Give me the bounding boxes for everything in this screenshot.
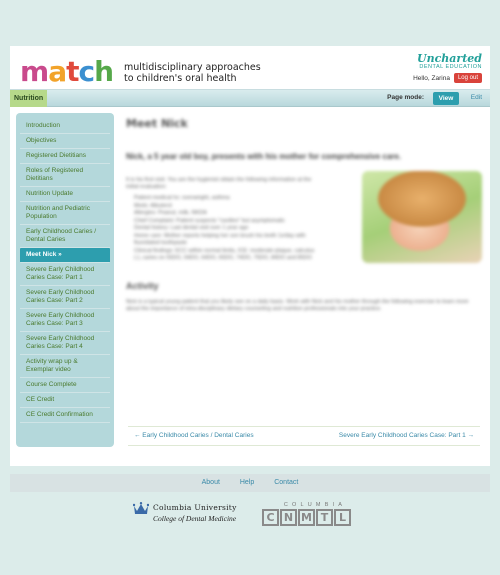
school-name: College of Dental Medicine xyxy=(153,514,237,523)
logo-letter: a xyxy=(48,55,67,88)
university-name: Columbia University xyxy=(153,503,237,512)
list-item: Chief Complaint: Patient suspects "cavit… xyxy=(134,217,285,224)
match-logo[interactable]: match xyxy=(20,55,114,88)
header: match multidisciplinary approaches to ch… xyxy=(10,46,490,88)
list-item: Clinical findings: ECC within normal lim… xyxy=(134,247,315,262)
list-item: Home care: Mother reports helping her so… xyxy=(134,232,306,247)
sidebar-item[interactable]: Nutrition and Pediatric Population xyxy=(20,202,110,225)
sidebar-item[interactable]: Meet Nick » xyxy=(20,248,110,263)
page-mode-label: Page mode: xyxy=(387,94,424,101)
sidebar-item[interactable]: Course Complete xyxy=(20,378,110,393)
sidebar-item[interactable]: Early Childhood Caries / Dental Caries xyxy=(20,225,110,248)
user-area: Hello, Zarina Log out xyxy=(413,73,482,83)
greeting: Hello, Zarina xyxy=(413,74,450,82)
about-link[interactable]: About xyxy=(202,479,220,486)
sidebar-item[interactable]: CE Credit Confirmation xyxy=(20,408,110,423)
patient-photo xyxy=(362,171,482,263)
list-item: Dental history: Last dental visit over 1… xyxy=(134,225,249,231)
ccnmtl-letter: C xyxy=(262,509,279,526)
intro-block: It is his first visit. You are the hygie… xyxy=(126,177,316,263)
section-navbar: Nutrition Page mode: View Edit xyxy=(10,89,490,107)
ccnmtl-logo[interactable]: COLUMBIA CNMTL xyxy=(262,502,368,528)
sidebar-item[interactable]: Introduction xyxy=(20,119,110,134)
logo-letter: c xyxy=(78,55,95,88)
logout-button[interactable]: Log out xyxy=(453,73,482,83)
ccnmtl-top-text: COLUMBIA xyxy=(283,502,347,508)
sidebar-item[interactable]: Severe Early Childhood Caries Case: Part… xyxy=(20,332,110,355)
section-tab[interactable]: Nutrition xyxy=(10,90,48,107)
tagline-line-2: to children's oral health xyxy=(124,73,237,84)
contact-link[interactable]: Contact xyxy=(274,479,298,486)
patient-info-list: Patient medical hx: overweight, asthma Me… xyxy=(126,195,316,263)
logo-letter: t xyxy=(66,55,79,88)
ccnmtl-letter: L xyxy=(334,509,351,526)
activity-text: Nick is a typical young patient that you… xyxy=(126,298,469,312)
crown-icon xyxy=(133,502,149,514)
sidebar-item[interactable]: Activity wrap up & Exemplar video xyxy=(20,355,110,378)
page-title: Meet Nick xyxy=(126,117,188,130)
ccnmtl-letter: M xyxy=(298,509,315,526)
logo-letter: m xyxy=(20,55,49,88)
ccnmtl-letters: CNMTL xyxy=(262,509,368,526)
prev-page-link[interactable]: ← Early Childhood Caries / Dental Caries xyxy=(134,432,254,439)
next-page-link[interactable]: Severe Early Childhood Caries Case: Part… xyxy=(339,432,474,439)
ccnmtl-letter: T xyxy=(316,509,333,526)
footer-links: About Help Contact xyxy=(10,474,490,492)
sidebar: Introduction Objectives Registered Dietiti… xyxy=(16,113,114,447)
tagline: multidisciplinary approaches to children… xyxy=(124,62,261,84)
edit-mode-link[interactable]: Edit xyxy=(471,94,482,101)
sidebar-item[interactable]: CE Credit xyxy=(20,393,110,408)
sidebar-item[interactable]: Severe Early Childhood Caries Case: Part… xyxy=(20,286,110,309)
list-item: Patient medical hx: overweight, asthma xyxy=(134,195,230,201)
activity-heading: Activity xyxy=(126,280,159,291)
sidebar-item[interactable]: Severe Early Childhood Caries Case: Part… xyxy=(20,309,110,332)
view-mode-button[interactable]: View xyxy=(433,92,459,105)
intro-text: It is his first visit. You are the hygie… xyxy=(126,177,312,190)
help-link[interactable]: Help xyxy=(240,479,254,486)
sidebar-item[interactable]: Severe Early Childhood Caries Case: Part… xyxy=(20,263,110,286)
uncharted-brand-logo: Uncharted DENTAL EDUCATION xyxy=(417,52,482,70)
sidebar-item[interactable]: Roles of Registered Dietitians xyxy=(20,164,110,187)
brand-subtitle: DENTAL EDUCATION xyxy=(419,64,482,70)
tagline-line-1: multidisciplinary approaches xyxy=(124,62,261,73)
lead-text: Nick, a 5 year old boy, presents with hi… xyxy=(126,152,402,161)
sidebar-item[interactable]: Nutrition Update xyxy=(20,187,110,202)
ccnmtl-letter: N xyxy=(280,509,297,526)
page-container: match multidisciplinary approaches to ch… xyxy=(10,46,490,466)
main-content: Meet Nick Nick, a 5 year old boy, presen… xyxy=(126,113,482,453)
sidebar-item[interactable]: Objectives xyxy=(20,134,110,149)
pager: ← Early Childhood Caries / Dental Caries… xyxy=(128,426,480,446)
list-item: Meds: Albuterol xyxy=(134,202,172,209)
sidebar-item[interactable]: Registered Dietitians xyxy=(20,149,110,164)
logo-letter: h xyxy=(94,55,114,88)
list-item: Allergies: Peanut, milk, NKDA xyxy=(134,210,207,216)
